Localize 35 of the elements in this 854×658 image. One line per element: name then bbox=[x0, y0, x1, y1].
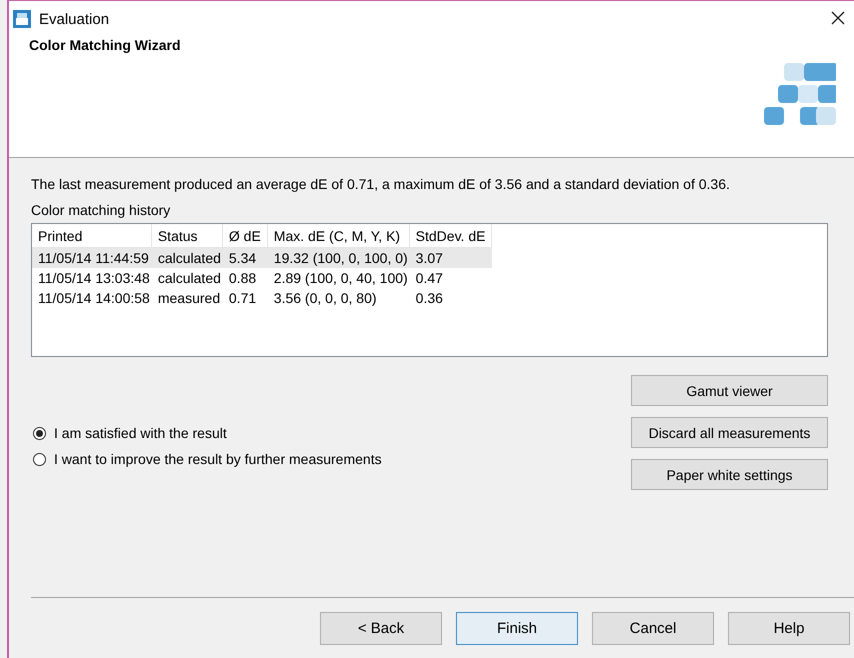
table-cell-text: measured bbox=[156, 289, 222, 308]
table-cell-text: 2.89 (100, 0, 40, 100) bbox=[272, 269, 409, 288]
wizard-button[interactable]: Help bbox=[728, 612, 850, 644]
table-cell-text: 0.36 bbox=[414, 289, 444, 308]
close-icon[interactable] bbox=[830, 10, 846, 26]
history-row[interactable]: 11/05/14 13:03:48 calculated 0.88 2.89 (100, 0, 40, 100) 0.47 bbox=[32, 268, 492, 288]
wizard-button[interactable]: Cancel bbox=[592, 612, 714, 644]
app-icon bbox=[13, 10, 31, 28]
table-cell-text: 11/05/14 14:00:58 bbox=[37, 289, 151, 308]
radio-button[interactable] bbox=[33, 426, 46, 440]
window-title: Evaluation bbox=[39, 10, 110, 28]
wizard-title: Color Matching Wizard bbox=[29, 37, 181, 53]
history-row[interactable]: 11/05/14 11:44:59 calculated 5.34 19.32 (100, 0, 100, 0) 3.07 bbox=[32, 248, 492, 268]
radio-label[interactable]: I am satisfied with the result bbox=[54, 425, 227, 441]
table-cell-text: 5.34 bbox=[228, 249, 258, 268]
history-label: Color matching history bbox=[31, 202, 170, 218]
radio-button[interactable] bbox=[33, 452, 46, 466]
action-button[interactable]: Paper white settings bbox=[631, 459, 828, 490]
history-row[interactable]: 11/05/14 14:00:58 measured 0.71 3.56 (0, 0, 0, 80) 0.36 bbox=[32, 288, 492, 308]
table-cell-text: 3.56 (0, 0, 0, 80) bbox=[272, 289, 378, 308]
summary-text: The last measurement produced an average dE of 0.71, a maximum dE of 3.56 and a standard deviation of 0.36. bbox=[31, 176, 731, 192]
table-cell-text: 0.71 bbox=[228, 289, 258, 308]
wizard-button[interactable]: Finish bbox=[456, 612, 578, 644]
action-button[interactable]: Discard all measurements bbox=[631, 417, 828, 448]
radio-label[interactable]: I want to improve the result by further measurements bbox=[54, 451, 382, 467]
table-cell-text: calculated bbox=[156, 269, 222, 288]
table-cell-text: 0.47 bbox=[414, 269, 444, 288]
table-cell-text: calculated bbox=[156, 249, 222, 268]
table-cell-text: 11/05/14 11:44:59 bbox=[37, 249, 150, 268]
action-button[interactable]: Gamut viewer bbox=[631, 375, 828, 406]
table-cell-text: 11/05/14 13:03:48 bbox=[37, 269, 151, 288]
table-cell-text: 0.88 bbox=[228, 269, 258, 288]
table-cell-text: 19.32 (100, 0, 100, 0) bbox=[272, 249, 409, 268]
table-cell-text: 3.07 bbox=[414, 249, 444, 268]
wizard-button[interactable]: < Back bbox=[320, 612, 442, 644]
